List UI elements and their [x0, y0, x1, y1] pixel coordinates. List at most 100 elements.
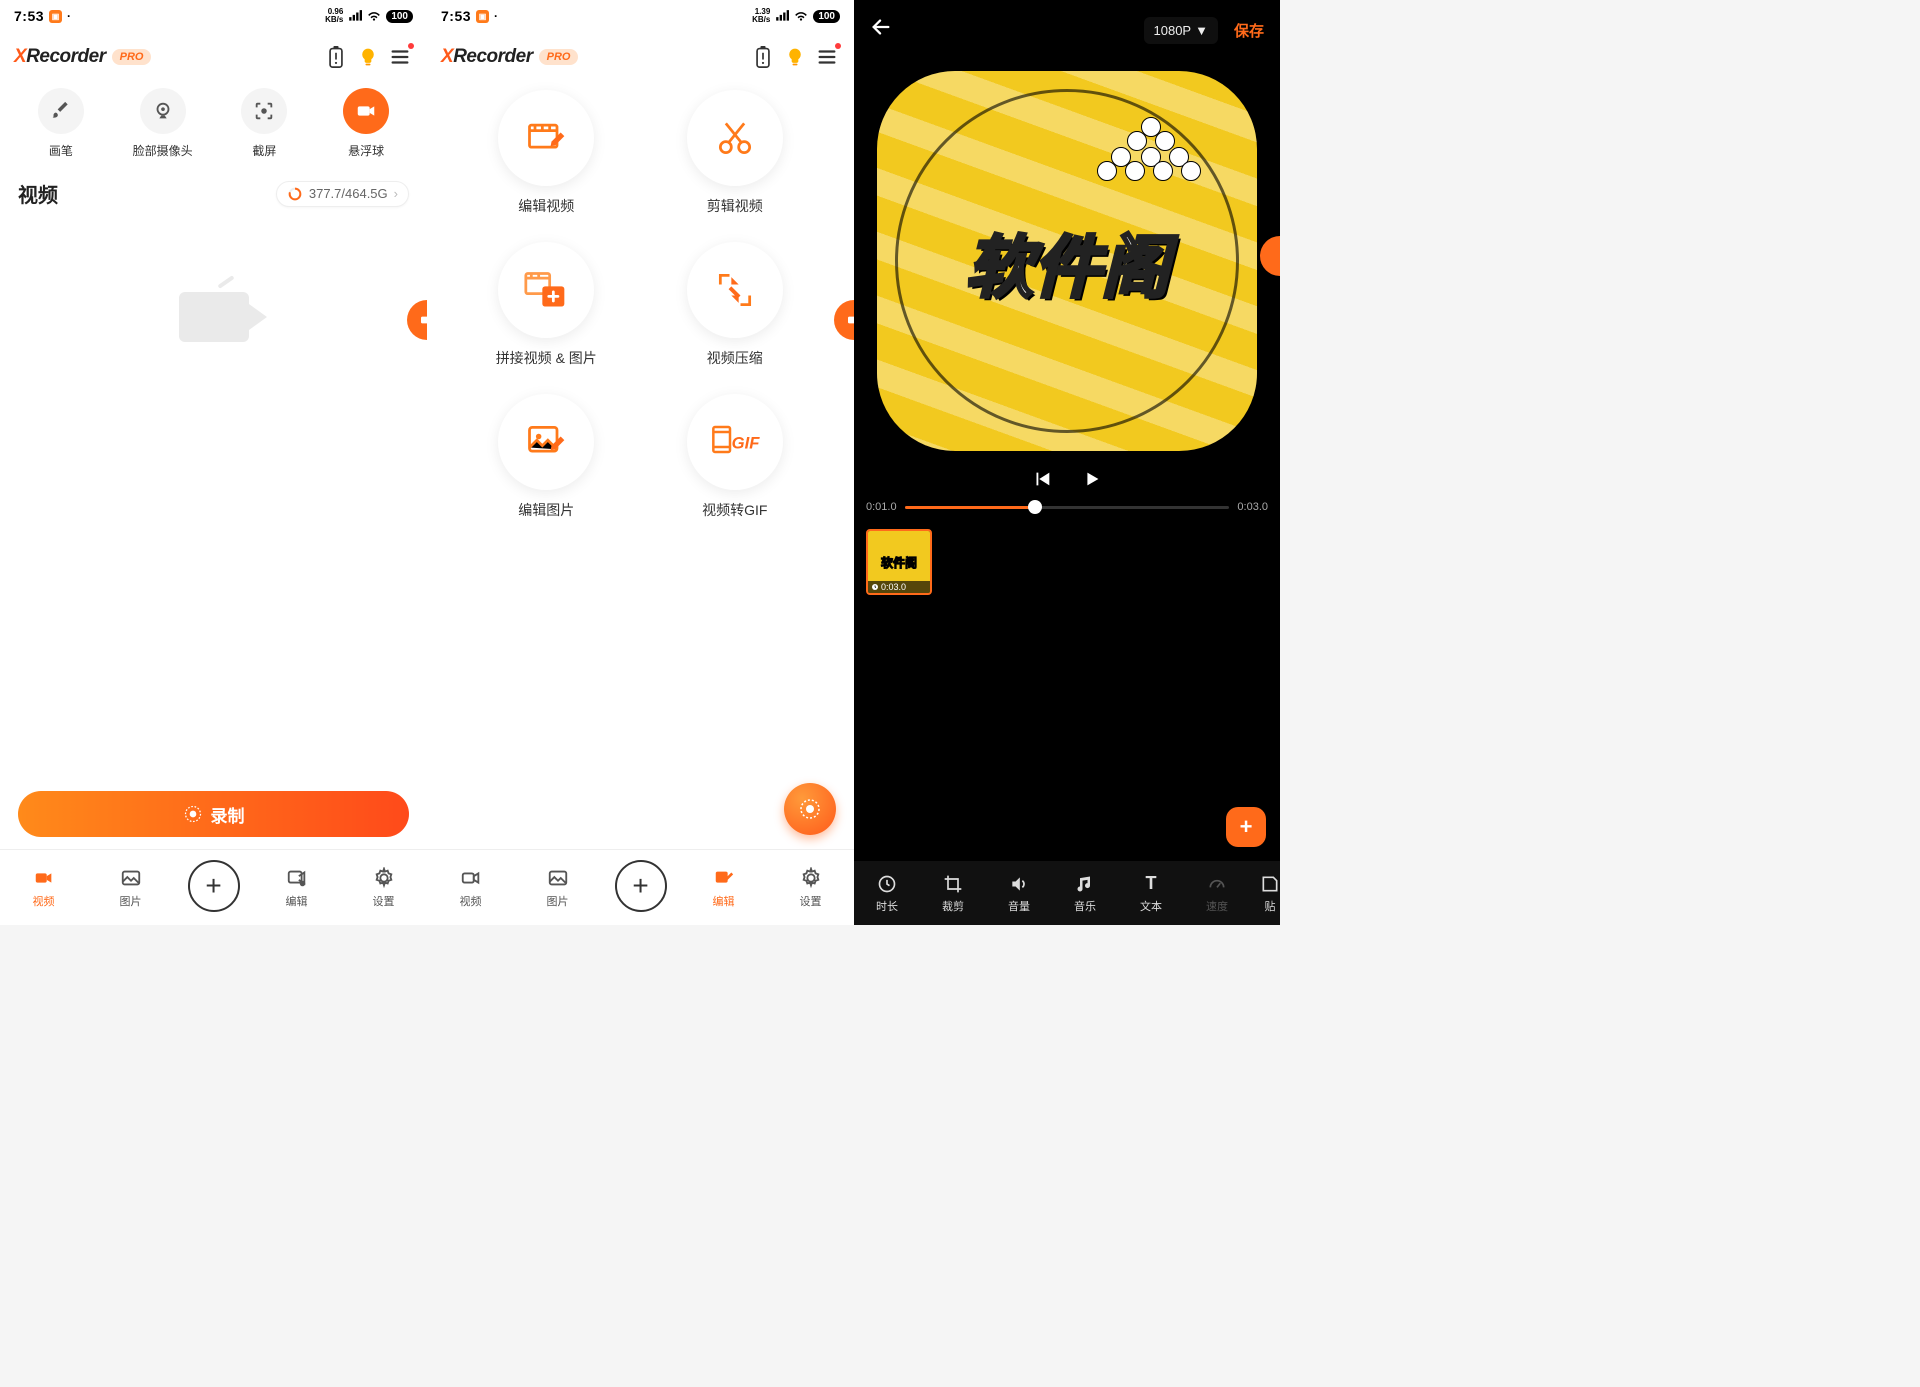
edtool-volume[interactable]: 音量 — [986, 873, 1052, 914]
chevron-down-icon: ▼ — [1195, 23, 1208, 38]
resolution-dropdown[interactable]: 1080P ▼ — [1144, 17, 1218, 44]
nav-edit[interactable]: 编辑 — [694, 866, 754, 909]
nav-video[interactable]: 视频 — [14, 866, 74, 909]
plus-icon: + — [1240, 814, 1253, 840]
bulb-icon[interactable] — [355, 44, 381, 70]
battery-info-icon[interactable] — [323, 44, 349, 70]
app-bar: XRecorder PRO — [427, 34, 854, 80]
status-net-speed: 0.96 KB/s — [325, 8, 343, 24]
speed-icon — [1207, 874, 1227, 894]
tool-floating-ball[interactable]: 悬浮球 — [331, 88, 401, 159]
camera-icon — [355, 100, 377, 122]
bottom-nav: 视频 图片 + 编辑 设置 — [427, 849, 854, 925]
timeline-track[interactable] — [905, 506, 1230, 509]
nav-photo[interactable]: 图片 — [528, 866, 588, 909]
edtool-duration[interactable]: 时长 — [854, 873, 920, 914]
timeline-scrubber[interactable] — [1028, 500, 1042, 514]
time-total: 0:03.0 — [1237, 501, 1268, 513]
prev-button[interactable] — [1031, 468, 1053, 495]
notification-dot-icon — [408, 43, 414, 49]
clip-thumbnail[interactable]: 软件阁 0:03.0 — [866, 529, 932, 595]
floating-edge-button[interactable] — [1260, 236, 1280, 276]
tool-trim-video[interactable]: 剪辑视频 — [646, 90, 825, 216]
arrow-left-icon — [870, 16, 892, 38]
edtool-music[interactable]: 音乐 — [1052, 873, 1118, 914]
edtool-text[interactable]: T文本 — [1118, 873, 1184, 914]
app-logo: XRecorder — [14, 46, 106, 68]
capture-icon — [253, 100, 275, 122]
save-button[interactable]: 保存 — [1234, 20, 1264, 41]
video-icon — [33, 867, 55, 889]
editor-top-bar: 1080P ▼ 保存 — [854, 0, 1280, 54]
storage-indicator[interactable]: 377.7/464.5G › — [276, 181, 409, 207]
clock-icon — [871, 583, 879, 591]
tool-edit-video[interactable]: 编辑视频 — [457, 90, 636, 216]
back-button[interactable] — [870, 16, 892, 44]
skip-prev-icon — [1031, 468, 1053, 490]
quick-tools-row: 画笔 脸部摄像头 截屏 悬浮球 — [0, 80, 427, 159]
record-button[interactable]: 录制 — [18, 791, 409, 837]
tool-screenshot[interactable]: 截屏 — [229, 88, 299, 159]
editor-tool-nav: 时长 裁剪 音量 音乐 T文本 速度 贴 — [854, 861, 1280, 925]
signal-icon — [775, 9, 789, 23]
tool-brush[interactable]: 画笔 — [26, 88, 96, 159]
edit-icon — [713, 867, 735, 889]
app-logo: XRecorder — [441, 46, 533, 68]
tool-merge[interactable]: 拼接视频 & 图片 — [457, 242, 636, 368]
tool-edit-photo[interactable]: 编辑图片 — [457, 394, 636, 520]
sticker-icon — [1260, 874, 1280, 894]
plus-icon: + — [205, 870, 221, 902]
wifi-icon — [794, 9, 808, 23]
preview-canvas: 软件阁 — [854, 66, 1280, 456]
status-app-icon: ▣ — [49, 10, 62, 23]
gear-icon — [800, 867, 822, 889]
status-battery: 100 — [813, 10, 840, 23]
play-icon — [1081, 468, 1103, 490]
play-button[interactable] — [1081, 468, 1103, 495]
clip-row: 软件阁 0:03.0 — [854, 513, 1280, 595]
edtool-crop[interactable]: 裁剪 — [920, 873, 986, 914]
scissors-icon — [713, 116, 757, 160]
nav-add-button[interactable]: + — [188, 860, 240, 912]
status-bar: 7:53 ▣ · 0.96 KB/s 100 — [0, 0, 427, 30]
status-bar: 7:53 ▣ · 1.39 KB/s 100 — [427, 0, 854, 30]
brush-icon — [51, 101, 71, 121]
wifi-icon — [367, 9, 381, 23]
badge-text: 软件阁 — [877, 71, 1257, 451]
battery-info-icon[interactable] — [750, 44, 776, 70]
clock-icon — [877, 874, 897, 894]
nav-video[interactable]: 视频 — [441, 866, 501, 909]
tool-to-gif[interactable]: GIF 视频转GIF — [646, 394, 825, 520]
nav-add-button[interactable]: + — [615, 860, 667, 912]
plus-icon: + — [632, 870, 648, 902]
nav-settings[interactable]: 设置 — [354, 866, 414, 909]
edtool-speed[interactable]: 速度 — [1184, 873, 1250, 914]
status-time: 7:53 — [14, 8, 44, 24]
volume-icon — [1009, 874, 1029, 894]
app-bar: XRecorder PRO — [0, 34, 427, 80]
svg-text:GIF: GIF — [731, 434, 759, 453]
crop-icon — [943, 874, 963, 894]
add-clip-button[interactable]: + — [1226, 807, 1266, 847]
tool-compress[interactable]: 视频压缩 — [646, 242, 825, 368]
text-icon: T — [1146, 873, 1157, 894]
menu-icon[interactable] — [387, 44, 413, 70]
nav-edit[interactable]: 编辑 — [267, 866, 327, 909]
nav-settings[interactable]: 设置 — [781, 866, 841, 909]
menu-icon[interactable] — [814, 44, 840, 70]
record-icon — [183, 804, 203, 824]
film-edit-icon — [524, 116, 568, 160]
edtool-sticker[interactable]: 贴 — [1250, 873, 1280, 914]
playback-controls — [854, 468, 1280, 495]
status-battery: 100 — [386, 10, 413, 23]
camera-icon — [419, 312, 427, 328]
status-time: 7:53 — [441, 8, 471, 24]
bulb-icon[interactable] — [782, 44, 808, 70]
tool-face-camera[interactable]: 脸部摄像头 — [128, 88, 198, 159]
nav-photo[interactable]: 图片 — [101, 866, 161, 909]
record-fab[interactable] — [784, 783, 836, 835]
gif-icon: GIF — [710, 422, 760, 462]
merge-icon — [522, 268, 570, 312]
image-icon — [547, 867, 569, 889]
bottom-nav: 视频 图片 + 编辑 设置 — [0, 849, 427, 925]
